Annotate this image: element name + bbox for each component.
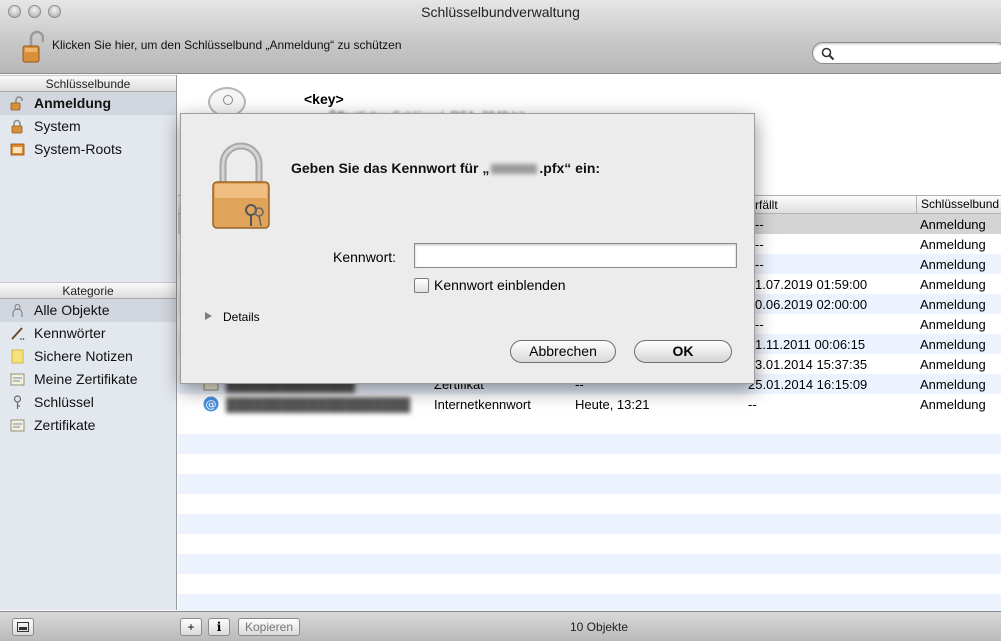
ok-button[interactable]: OK [634, 340, 732, 363]
dialog-message: Geben Sie das Kennwort für „ .pfx“ ein: [291, 160, 600, 176]
sidebar-item-label: Zertifikate [34, 417, 96, 433]
bottom-toolbar: + i Kopieren 10 Objekte [0, 611, 1001, 641]
window-title: Schlüsselbundverwaltung [421, 4, 580, 20]
cell-keychain: Anmeldung [920, 237, 986, 252]
note-icon [11, 349, 24, 364]
lock-keychain-message[interactable]: Klicken Sie hier, um den Schlüsselbund „… [52, 38, 402, 52]
disclosure-triangle-icon[interactable] [205, 312, 212, 320]
sidebar-item-label: Kennwörter [34, 325, 106, 341]
padlock-keys-icon [212, 142, 270, 229]
cell-expires: -- [755, 237, 764, 252]
sidebar-item-sichere-notizen[interactable]: Sichere Notizen [0, 345, 176, 368]
pen-icon [11, 327, 25, 340]
cell-expires: 1.11.2011 00:06:15 [755, 337, 866, 352]
search-icon [821, 47, 835, 61]
folder-icon [10, 143, 25, 156]
sidebar-item-alle-objekte[interactable]: Alle Objekte [0, 299, 176, 322]
item-title: <key> [304, 91, 344, 107]
info-button[interactable]: i [208, 618, 230, 636]
cancel-button[interactable]: Abbrechen [510, 340, 616, 363]
cell-expires: -- [755, 217, 764, 232]
object-count: 10 Objekte [570, 620, 629, 634]
at-sign-icon: @ [203, 396, 219, 412]
sidebar-item-system-roots[interactable]: System-Roots [0, 138, 176, 161]
cell-keychain: Anmeldung [920, 317, 986, 332]
cell-expires: -- [755, 257, 764, 272]
sidebar: Schlüsselbunde Anmeldung System System-R… [0, 75, 177, 610]
sidebar-item-label: System-Roots [34, 141, 122, 157]
password-label: Kennwort: [333, 249, 397, 265]
certificate-icon [10, 419, 25, 432]
cell-keychain: Anmeldung [920, 217, 986, 232]
category-header: Kategorie [0, 282, 176, 299]
sidebar-item-label: System [34, 118, 81, 134]
password-dialog: Geben Sie das Kennwort für „ .pfx“ ein: K… [180, 113, 755, 384]
unlocked-padlock-icon[interactable] [22, 30, 44, 64]
sidebar-item-label: Sichere Notizen [34, 348, 133, 364]
padlock-icon [11, 119, 23, 134]
cell-expires: 1.07.2019 01:59:00 [755, 277, 868, 292]
column-header-keychain[interactable]: Schlüsselbund [916, 196, 999, 213]
column-header-expires[interactable]: rfällt [755, 198, 778, 212]
show-sidebar-button[interactable] [12, 618, 34, 636]
table-row[interactable]: @ ████████████████████ Internetkennwort … [178, 394, 1001, 414]
details-toggle[interactable]: Details [223, 310, 260, 324]
cell-keychain: Anmeldung [920, 377, 986, 392]
cell-expires: -- [748, 397, 757, 412]
sidebar-item-label: Anmeldung [34, 95, 111, 111]
cell-name-redacted: ████████████████████ [226, 397, 411, 412]
cell-kind: Internetkennwort [434, 397, 531, 412]
window-icon [17, 622, 29, 632]
sidebar-item-meine-zertifikate[interactable]: Meine Zertifikate [0, 368, 176, 391]
sidebar-item-anmeldung[interactable]: Anmeldung [0, 92, 176, 115]
cell-keychain: Anmeldung [920, 297, 986, 312]
window-titlebar: Schlüsselbundverwaltung Klicken Sie hier… [0, 0, 1001, 74]
sidebar-item-label: Schlüssel [34, 394, 94, 410]
dialog-message-prefix: Geben Sie das Kennwort für „ [291, 160, 490, 176]
sidebar-item-system[interactable]: System [0, 115, 176, 138]
show-password-checkbox[interactable] [414, 278, 429, 293]
cell-modified: Heute, 13:21 [575, 397, 650, 412]
cell-keychain: Anmeldung [920, 337, 986, 352]
cell-keychain: Anmeldung [920, 397, 986, 412]
password-field[interactable] [414, 243, 737, 268]
people-icon [12, 304, 23, 317]
table-empty-area [178, 414, 1001, 614]
redacted-filename [491, 164, 538, 175]
cell-expires: 25.01.2014 16:15:09 [748, 377, 868, 392]
sidebar-item-label: Alle Objekte [34, 302, 110, 318]
sidebar-item-label: Meine Zertifikate [34, 371, 138, 387]
cell-keychain: Anmeldung [920, 277, 986, 292]
cell-expires: -- [755, 317, 764, 332]
cell-expires: 3.01.2014 15:37:35 [755, 357, 868, 372]
copy-button[interactable]: Kopieren [238, 618, 300, 636]
search-field[interactable] [812, 42, 1001, 64]
sidebar-item-zertifikate[interactable]: Zertifikate [0, 414, 176, 437]
cell-keychain: Anmeldung [920, 257, 986, 272]
certificate-icon [10, 373, 25, 386]
show-password-label[interactable]: Kennwort einblenden [434, 277, 566, 293]
sidebar-item-schluessel[interactable]: Schlüssel [0, 391, 176, 414]
add-button[interactable]: + [180, 618, 202, 636]
svg-text:@: @ [206, 398, 217, 411]
keychains-header: Schlüsselbunde [0, 75, 176, 92]
unlocked-padlock-icon [10, 96, 23, 111]
sidebar-item-kennwoerter[interactable]: Kennwörter [0, 322, 176, 345]
cell-expires: 0.06.2019 02:00:00 [755, 297, 868, 312]
key-icon [13, 395, 22, 409]
cell-keychain: Anmeldung [920, 357, 986, 372]
dialog-message-suffix: .pfx“ ein: [539, 160, 601, 176]
